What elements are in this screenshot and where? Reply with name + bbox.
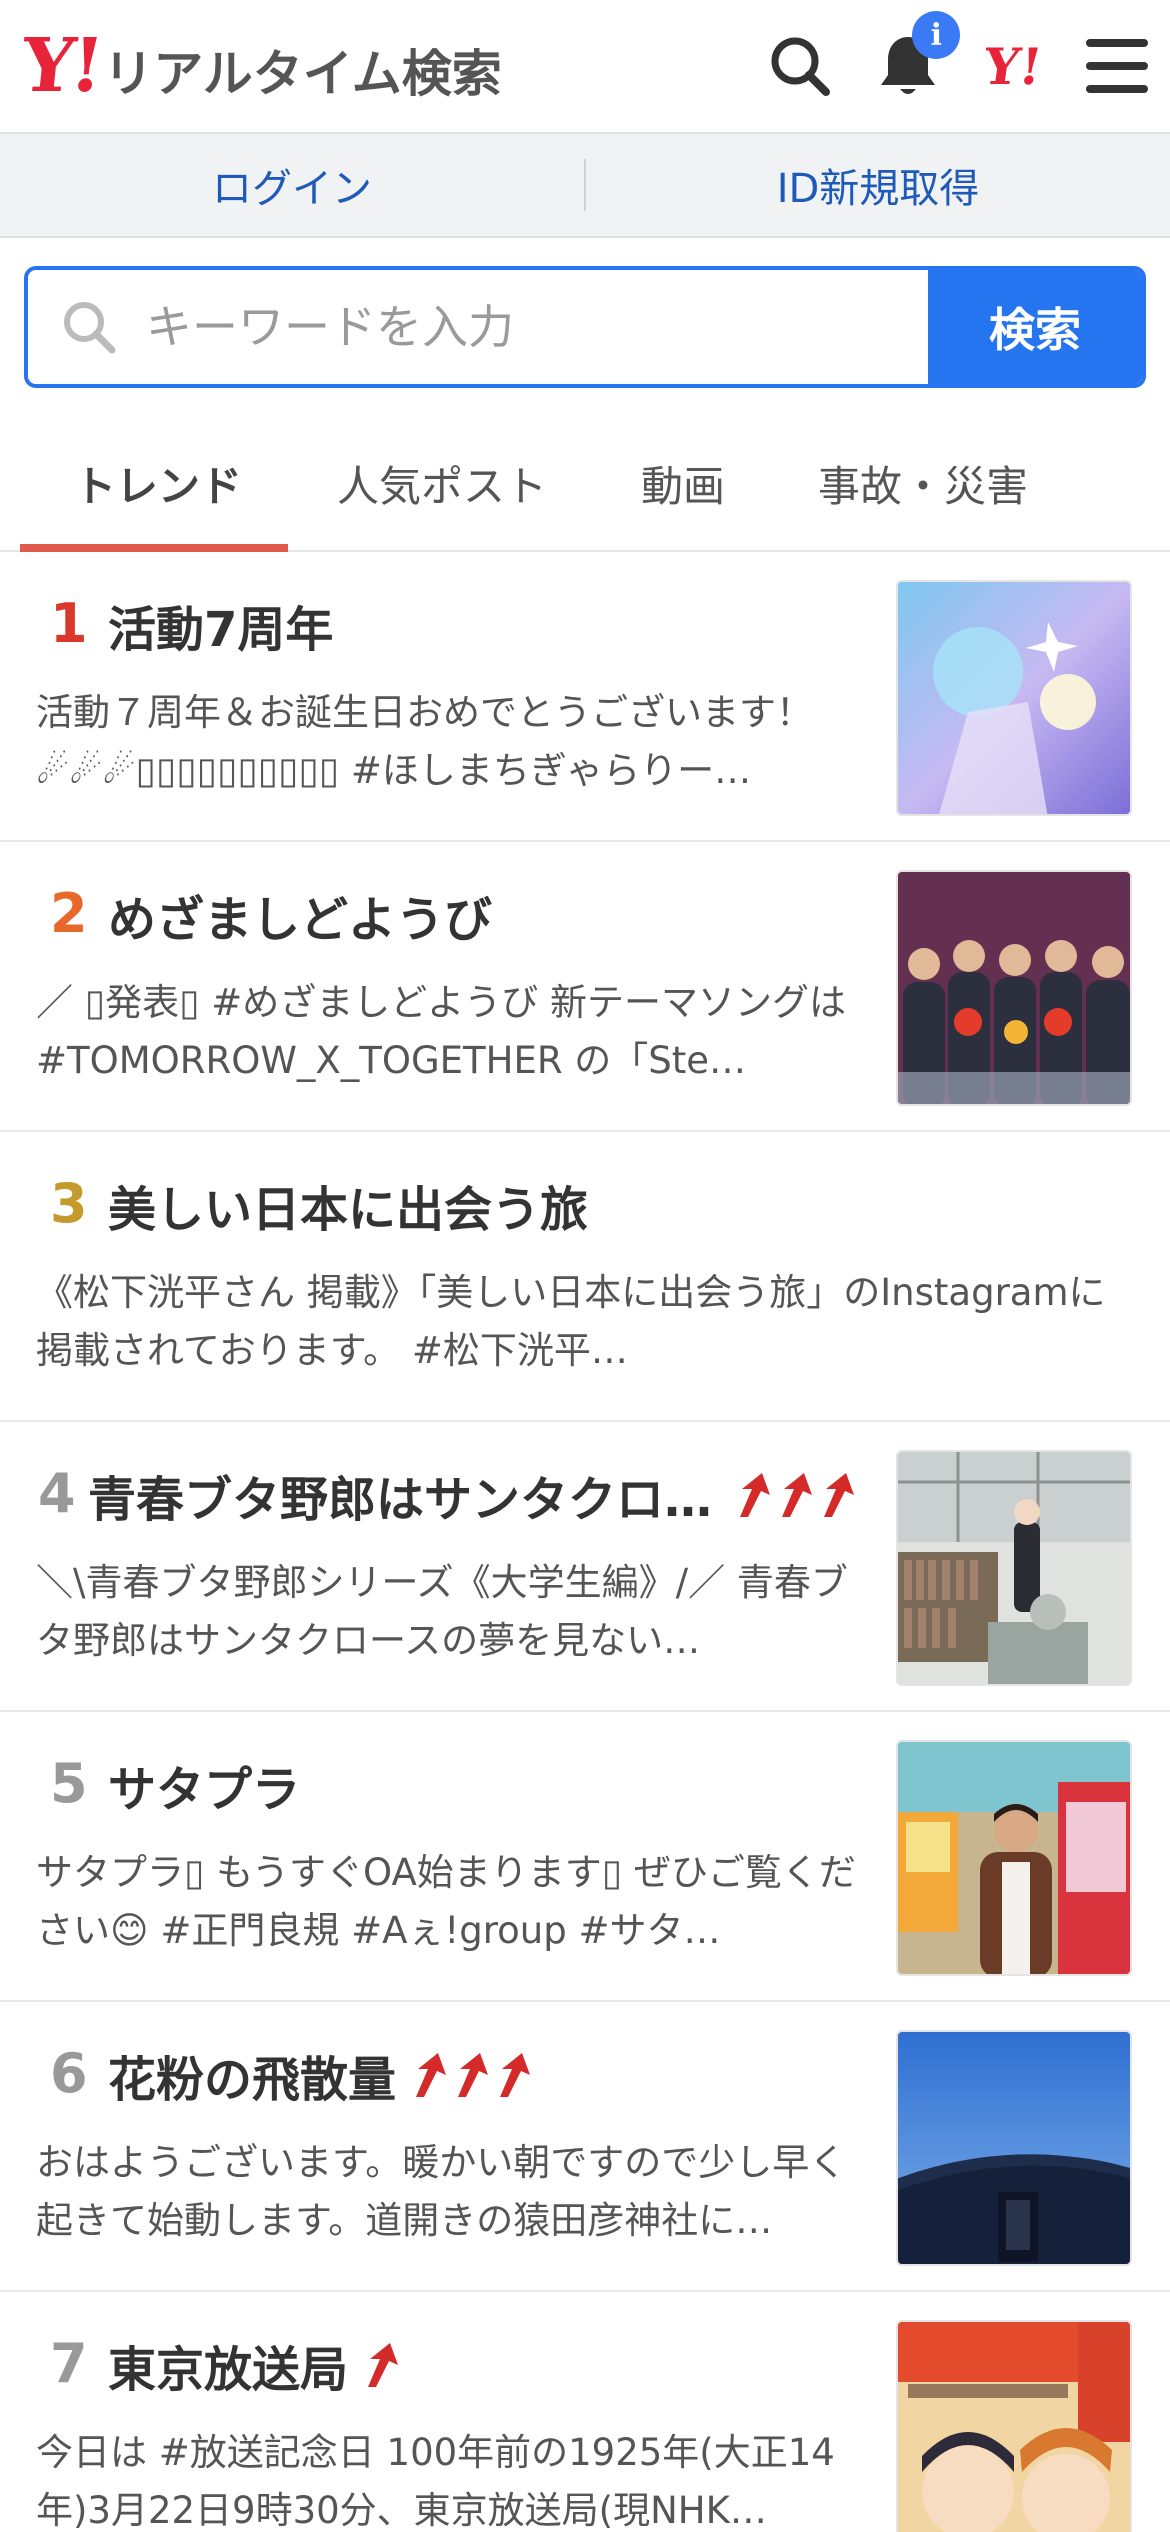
rising-indicator xyxy=(410,2051,534,2099)
search-field-icon xyxy=(64,302,116,354)
tv-studio-photo-image xyxy=(898,1742,1130,1974)
search-input[interactable] xyxy=(146,300,846,354)
yahoo-mini-logo: Y! xyxy=(980,36,1047,96)
tab-accidents-disasters[interactable]: 事故・災害 xyxy=(798,416,1048,550)
trend-thumbnail xyxy=(896,2320,1132,2532)
trend-title-text: 美しい日本に出会う旅 xyxy=(108,1182,589,1238)
header-actions: i Y! xyxy=(768,11,1148,99)
trend-rank: 2 xyxy=(50,882,88,945)
yahoo-realtime-logo[interactable]: Y! リアルタイム検索 xyxy=(17,23,502,109)
trend-title: 東京放送局 xyxy=(108,2330,402,2400)
notification-badge: i xyxy=(912,11,961,59)
trend-item[interactable]: 5 サタプラ サタプラ▯ もうすぐOA始まります▯ ぜひご覧ください😊 #正門良… xyxy=(0,1712,1170,2002)
anime-library-scene-image xyxy=(898,1452,1130,1684)
trend-title: 活動7周年 xyxy=(108,590,333,660)
hamburger-menu-icon xyxy=(1086,39,1148,93)
up-arrow-icon xyxy=(824,1473,855,1517)
tab-videos[interactable]: 動画 xyxy=(568,416,798,550)
auth-bar: ログイン ID新規取得 xyxy=(0,134,1170,238)
trend-description: 今日は #放送記念日 100年前の1925年(大正14年)3月22日9時30分、… xyxy=(36,2431,835,2532)
retro-magazine-cover-image xyxy=(898,2322,1130,2532)
search-submit-button[interactable]: 検索 xyxy=(928,270,1142,384)
trend-rank: 4 xyxy=(38,1462,76,1525)
anime-illustration-image xyxy=(898,582,1130,814)
trend-thumbnail xyxy=(896,1740,1132,1976)
trend-title-text: 青春ブタ野郎はサンタクロ… xyxy=(88,1472,713,1528)
rising-indicator xyxy=(734,1471,858,1519)
trend-description: 《松下洸平さん 掲載》「美しい日本に出会う旅」のInstagramに掲載されてお… xyxy=(36,1271,1106,1372)
trend-rank: 1 xyxy=(50,592,88,655)
trend-item[interactable]: 2 めざましどようび ／ ▯発表▯ #めざましどようび 新テーマソングは #TO… xyxy=(0,842,1170,1132)
category-tabs: トレンド 人気ポスト 動画 事故・災害 xyxy=(0,416,1170,552)
logo-title: リアルタイム検索 xyxy=(103,45,502,103)
trend-title-text: めざましどようび xyxy=(108,892,493,948)
trend-title: 青春ブタ野郎はサンタクロ… xyxy=(88,1460,858,1530)
up-arrow-icon xyxy=(458,2053,489,2097)
search-button[interactable] xyxy=(768,34,832,98)
trend-title: サタプラ xyxy=(108,1750,300,1820)
search-field-wrapper xyxy=(28,270,928,384)
rising-indicator xyxy=(362,2341,402,2389)
tab-popular-posts[interactable]: 人気ポスト xyxy=(316,416,568,550)
app-header: Y! リアルタイム検索 i Y! xyxy=(0,0,1170,134)
up-arrow-icon xyxy=(368,2343,399,2387)
trend-title: 花粉の飛散量 xyxy=(108,2040,534,2110)
trend-item[interactable]: 3 美しい日本に出会う旅 《松下洸平さん 掲載》「美しい日本に出会う旅」のIns… xyxy=(0,1132,1170,1422)
trend-description: おはようございます。暖かい朝ですので少し早く起きて始動します。道開きの猿田彦神社… xyxy=(36,2141,847,2242)
yahoo-logo-mark: Y! xyxy=(17,23,104,109)
group-photo-image xyxy=(898,872,1130,1104)
trend-description: ／ ▯発表▯ #めざましどようび 新テーマソングは #TOMORROW_X_TO… xyxy=(36,981,847,1082)
up-arrow-icon xyxy=(740,1473,771,1517)
up-arrow-icon xyxy=(782,1473,813,1517)
trend-title: 美しい日本に出会う旅 xyxy=(108,1170,588,1240)
trend-rank: 3 xyxy=(50,1172,88,1235)
trend-list: 1 活動7周年 活動７周年＆お誕生日おめでとうございます！☄☄☄▯▯▯▯▯▯▯▯… xyxy=(0,552,1170,2532)
trend-description: サタプラ▯ もうすぐOA始まります▯ ぜひご覧ください😊 #正門良規 #Aぇ!g… xyxy=(36,1851,856,1952)
trend-title-text: 活動7周年 xyxy=(108,602,334,658)
trend-title: めざましどようび xyxy=(108,880,492,950)
trend-thumbnail xyxy=(896,2030,1132,2266)
trend-item[interactable]: 7 東京放送局 今日は #放送記念日 100年前の1925年(大正14年)3月2… xyxy=(0,2292,1170,2532)
login-link[interactable]: ログイン xyxy=(0,156,584,214)
shrine-photo-image xyxy=(898,2032,1130,2264)
up-arrow-icon xyxy=(500,2053,531,2097)
notification-button[interactable]: i xyxy=(876,11,961,99)
tab-trend[interactable]: トレンド xyxy=(0,416,316,550)
yahoo-home-link[interactable]: Y! xyxy=(980,37,1046,96)
register-link[interactable]: ID新規取得 xyxy=(586,156,1170,214)
up-arrow-icon xyxy=(416,2053,447,2097)
trend-title-text: 花粉の飛散量 xyxy=(108,2052,397,2108)
trend-title-text: サタプラ xyxy=(108,1762,301,1818)
trend-thumbnail xyxy=(896,1450,1132,1686)
search-form: 検索 xyxy=(24,266,1146,388)
trend-title-text: 東京放送局 xyxy=(108,2342,349,2398)
trend-item[interactable]: 4 青春ブタ野郎はサンタクロ… ＼\青春ブタ野郎シリーズ《大学生編》/／ 青春ブ… xyxy=(0,1422,1170,1712)
trend-description: 活動７周年＆お誕生日おめでとうございます！☄☄☄▯▯▯▯▯▯▯▯▯▯ #ほしまち… xyxy=(36,691,813,792)
trend-description: ＼\青春ブタ野郎シリーズ《大学生編》/／ 青春ブタ野郎はサンタクロースの夢を見な… xyxy=(36,1561,848,1662)
trend-item[interactable]: 1 活動7周年 活動７周年＆お誕生日おめでとうございます！☄☄☄▯▯▯▯▯▯▯▯… xyxy=(0,552,1170,842)
trend-rank: 6 xyxy=(50,2042,88,2105)
trend-rank: 5 xyxy=(50,1752,88,1815)
trend-rank: 7 xyxy=(50,2332,88,2395)
search-icon xyxy=(771,37,831,96)
menu-button[interactable] xyxy=(1086,39,1148,93)
trend-thumbnail xyxy=(896,580,1132,816)
trend-item[interactable]: 6 花粉の飛散量 おはようございます。暖かい朝ですので少し早く起きて始動します。… xyxy=(0,2002,1170,2292)
trend-thumbnail xyxy=(896,870,1132,1106)
